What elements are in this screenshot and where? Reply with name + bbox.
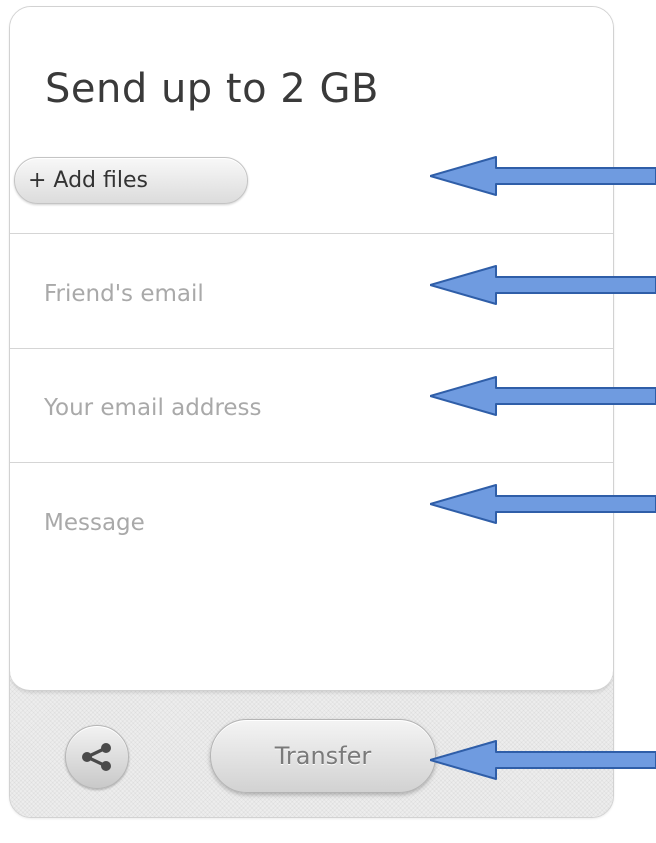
left-arrow-icon	[430, 484, 656, 524]
screenshot-stage: Send up to 2 GB + Add files Transfer	[0, 0, 656, 843]
form-title: Send up to 2 GB	[45, 66, 379, 112]
add-files-button[interactable]: + Add files	[14, 157, 248, 204]
left-arrow-icon	[430, 740, 656, 780]
upload-form: Send up to 2 GB + Add files	[10, 7, 613, 691]
left-arrow-icon	[430, 156, 656, 196]
transfer-button[interactable]: Transfer	[210, 719, 436, 793]
left-arrow-icon	[430, 265, 656, 305]
share-icon	[82, 743, 111, 771]
message-textarea[interactable]	[44, 510, 584, 660]
left-arrow-icon	[430, 376, 656, 416]
divider	[10, 348, 613, 349]
share-button[interactable]	[65, 725, 129, 789]
divider	[10, 233, 613, 234]
divider	[10, 462, 613, 463]
